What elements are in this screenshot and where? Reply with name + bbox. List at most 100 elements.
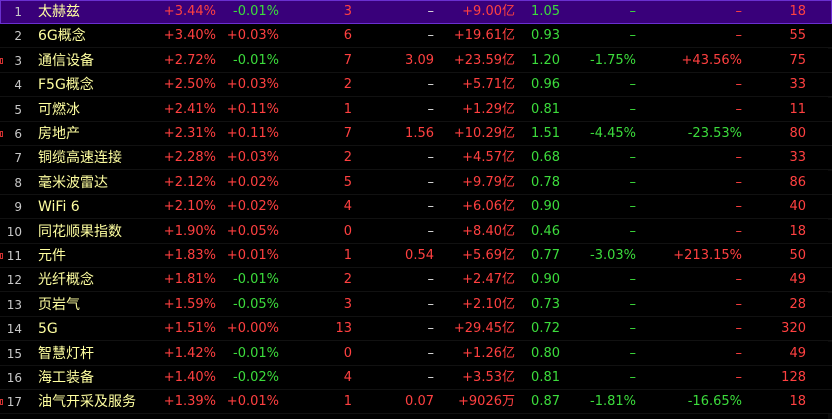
period-change-2: – — [735, 150, 743, 165]
amount: +8.40亿 — [462, 224, 515, 239]
sector-name: 太赫兹 — [38, 4, 80, 20]
row-number: 13 — [6, 298, 22, 312]
table-row[interactable]: 11 元件 +1.83% +0.01% 1 0.54 +5.69亿 0.77 -3.03% +21… — [0, 244, 832, 268]
table-row[interactable]: 9 WiFi 6 +2.10% +0.02% 4 – +6.06亿 0.90 – – 40 — [0, 195, 832, 219]
member-count: 75 — [789, 53, 806, 68]
change-percent: +2.50% — [163, 77, 216, 92]
change-percent: +2.12% — [163, 175, 216, 190]
row-number: 16 — [6, 371, 22, 385]
sector-name: 光纤概念 — [38, 272, 94, 288]
table-row[interactable]: 17 油气开采及服务 +1.39% +0.01% 1 0.07 +9026万 0.87 -1.8… — [0, 390, 832, 414]
member-count: 49 — [789, 272, 806, 287]
row-number: 17 — [6, 395, 22, 409]
period-change-1: – — [629, 297, 637, 312]
period-change-2: -23.53% — [687, 126, 742, 141]
row-number: 3 — [14, 54, 22, 68]
amount: +6.06亿 — [462, 199, 515, 214]
contribution: -0.01% — [233, 4, 279, 19]
table-row[interactable]: 1 太赫兹 +3.44% -0.01% 3 – +9.00亿 1.05 – – 18 — [0, 0, 832, 24]
period-change-2: – — [735, 175, 743, 190]
table-row[interactable]: 10 同花顺果指数 +1.90% +0.05% 0 – +8.40亿 0.46 – – 18 — [0, 220, 832, 244]
ratio: – — [427, 199, 435, 214]
contribution: +0.00% — [226, 321, 279, 336]
ratio: 0.07 — [405, 394, 434, 409]
ratio: – — [427, 102, 435, 117]
sector-name: 铜缆高速连接 — [38, 150, 122, 166]
period-change-2: – — [735, 4, 743, 19]
table-row[interactable]: 8 毫米波雷达 +2.12% +0.02% 5 – +9.79亿 0.78 – – 86 — [0, 171, 832, 195]
member-count: 50 — [789, 248, 806, 263]
table-row[interactable]: 15 智慧灯杆 +1.42% -0.01% 0 – +1.26亿 0.80 – – 49 — [0, 342, 832, 366]
change-percent: +2.41% — [163, 102, 216, 117]
row-number: 8 — [14, 176, 22, 190]
member-count: 33 — [789, 150, 806, 165]
period-change-1: – — [629, 370, 637, 385]
count: 3 — [343, 4, 352, 19]
ratio: 3.09 — [405, 53, 434, 68]
period-change-2: – — [735, 77, 743, 92]
table-row[interactable]: 2 6G概念 +3.40% +0.03% 6 – +19.61亿 0.93 – – 55 — [0, 24, 832, 48]
row-number: 15 — [6, 347, 22, 361]
change-percent: +1.40% — [163, 370, 216, 385]
count: 7 — [343, 126, 352, 141]
member-count: 11 — [789, 102, 806, 117]
contribution: -0.01% — [233, 346, 279, 361]
period-change-2: – — [735, 28, 743, 43]
table-row[interactable]: 3 通信设备 +2.72% -0.01% 7 3.09 +23.59亿 1.20 -1.75% +… — [0, 49, 832, 73]
amount: +4.57亿 — [462, 150, 515, 165]
member-count: 55 — [789, 28, 806, 43]
table-row[interactable]: 12 光纤概念 +1.81% -0.01% 2 – +2.47亿 0.90 – – 49 — [0, 268, 832, 292]
ratio: – — [427, 321, 435, 336]
volume-ratio: 0.73 — [531, 297, 560, 312]
amount: +19.61亿 — [453, 28, 515, 43]
ratio: – — [427, 77, 435, 92]
amount: +29.45亿 — [453, 321, 515, 336]
table-row[interactable]: 7 铜缆高速连接 +2.28% +0.03% 2 – +4.57亿 0.68 – – 33 — [0, 146, 832, 170]
period-change-1: -3.03% — [590, 248, 636, 263]
row-number: 12 — [6, 273, 22, 287]
ratio: 1.56 — [405, 126, 434, 141]
ratio: 0.54 — [405, 248, 434, 263]
contribution: -0.02% — [233, 370, 279, 385]
period-change-1: -4.45% — [590, 126, 636, 141]
member-count: 80 — [789, 126, 806, 141]
contribution: +0.03% — [226, 77, 279, 92]
row-number: 4 — [14, 78, 22, 92]
ratio: – — [427, 175, 435, 190]
change-percent: +1.90% — [163, 224, 216, 239]
volume-ratio: 0.72 — [531, 321, 560, 336]
sector-name: 页岩气 — [38, 297, 80, 313]
sector-name: 海工装备 — [38, 370, 94, 386]
period-change-1: – — [629, 28, 637, 43]
volume-ratio: 0.68 — [531, 150, 560, 165]
period-change-2: -16.65% — [687, 394, 742, 409]
count: 5 — [343, 175, 352, 190]
period-change-1: – — [629, 321, 637, 336]
sector-ranking-table: 1 太赫兹 +3.44% -0.01% 3– +9.00亿 1.05– –18 2 6G概念 +3.… — [0, 0, 832, 419]
period-change-1: – — [629, 77, 637, 92]
period-change-2: +213.15% — [673, 248, 742, 263]
count: 0 — [343, 224, 352, 239]
period-change-2: – — [735, 297, 743, 312]
table-row[interactable]: 13 页岩气 +1.59% -0.05% 3 – +2.10亿 0.73 – – 28 — [0, 293, 832, 317]
ratio: – — [427, 370, 435, 385]
contribution: +0.02% — [226, 175, 279, 190]
amount: +5.69亿 — [462, 248, 515, 263]
contribution: +0.03% — [226, 28, 279, 43]
table-row[interactable]: 5 可燃冰 +2.41% +0.11% 1 – +1.29亿 0.81 – – 11 — [0, 98, 832, 122]
period-change-1: – — [629, 4, 637, 19]
volume-ratio: 0.78 — [531, 175, 560, 190]
row-number: 10 — [6, 225, 22, 239]
contribution: -0.01% — [233, 53, 279, 68]
member-count: 33 — [789, 77, 806, 92]
amount: +1.26亿 — [462, 346, 515, 361]
table-row[interactable]: 14 5G +1.51% +0.00% 13 – +29.45亿 0.72 – – 320 — [0, 317, 832, 341]
row-number: 2 — [14, 29, 22, 43]
amount: +2.10亿 — [462, 297, 515, 312]
sector-name: WiFi 6 — [38, 199, 80, 215]
table-row[interactable]: 4 F5G概念 +2.50% +0.03% 2 – +5.71亿 0.96 – – 33 — [0, 73, 832, 97]
table-row[interactable]: 6 房地产 +2.31% +0.11% 7 1.56 +10.29亿 1.51 -4.45% -2… — [0, 122, 832, 146]
count: 6 — [343, 28, 352, 43]
row-number: 6 — [14, 127, 22, 141]
table-row[interactable]: 16 海工装备 +1.40% -0.02% 4 – +3.53亿 0.81 – – 128 — [0, 366, 832, 390]
